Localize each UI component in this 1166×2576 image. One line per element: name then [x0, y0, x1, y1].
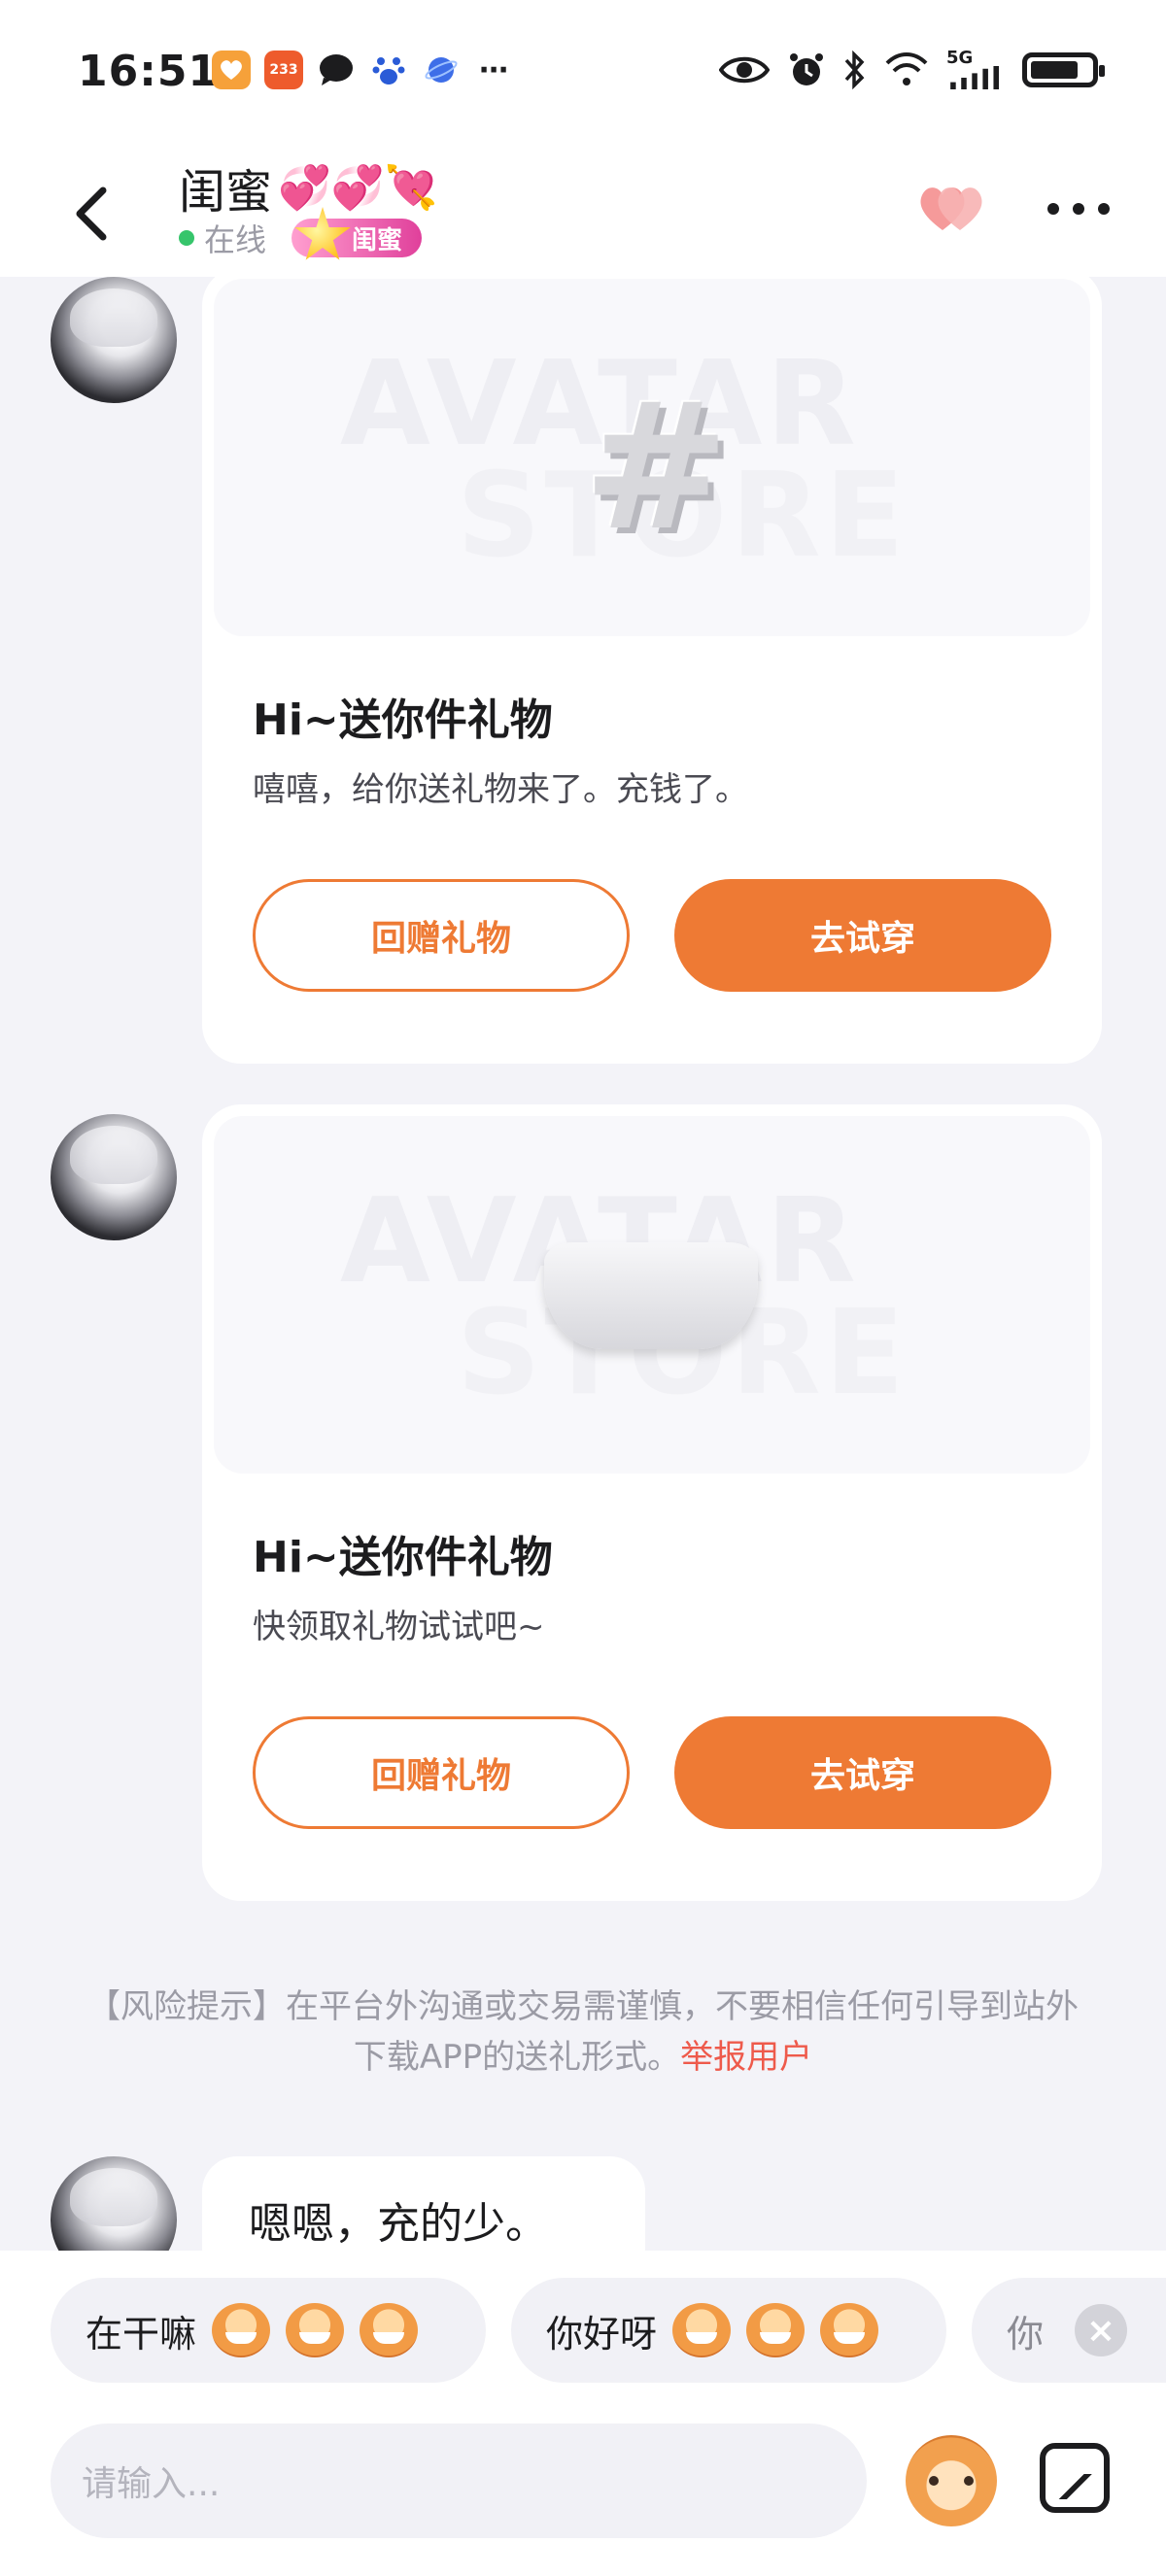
report-user-link[interactable]: 举报用户	[680, 2038, 812, 2077]
signal-5g-icon: 5G	[946, 50, 1005, 89]
close-icon: ×	[1085, 2310, 1116, 2351]
quick-reply-chip[interactable]: 你好呀	[511, 2278, 946, 2383]
chat-messages[interactable]: AVATAR STORE # Hi~送你件礼物 嘻嘻，给你送礼物来了。充钱了。 …	[0, 277, 1166, 2251]
return-gift-button[interactable]: 回赠礼物	[253, 1716, 630, 1829]
close-quick-replies-button[interactable]: ×	[1075, 2304, 1127, 2356]
monkey-emoji-icon	[286, 2303, 345, 2357]
monkey-emoji-icon	[360, 2303, 419, 2357]
online-label: 在线	[204, 221, 267, 258]
text-message-bubble[interactable]: 嗯嗯，充的少。	[202, 2156, 645, 2251]
star-icon	[294, 207, 351, 260]
sender-avatar[interactable]	[51, 277, 177, 403]
composer-area: 在干嘛 你好呀 你 × 请输入...	[0, 2251, 1166, 2576]
emoji-picker-button[interactable]	[906, 2435, 997, 2526]
double-heart-button[interactable]	[913, 180, 991, 238]
message-text: 嗯嗯，充的少。	[249, 2199, 548, 2249]
gift-preview[interactable]: AVATAR STORE #	[214, 279, 1090, 636]
planet-app-icon	[422, 51, 461, 89]
message-input-placeholder: 请输入...	[82, 2464, 221, 2504]
wifi-icon	[884, 51, 929, 89]
risk-notice: 【风险提示】在平台外沟通或交易需谨慎，不要相信任何引导到站外下载APP的送礼形式…	[87, 1982, 1079, 2083]
monkey-emoji-icon	[746, 2303, 806, 2357]
online-dot	[179, 230, 194, 246]
heart-app-icon	[212, 51, 251, 89]
chat-header: 闺蜜 💞💞💘 在线 闺蜜	[0, 146, 1166, 277]
more-options-button[interactable]	[1047, 185, 1110, 233]
return-gift-button[interactable]: 回赠礼物	[253, 879, 630, 992]
title-hearts: 💞💞💘	[278, 163, 438, 213]
contact-name: 闺蜜	[179, 165, 273, 220]
quick-reply-label: 你好呀	[546, 2312, 658, 2356]
hash-item-icon: #	[583, 366, 730, 569]
monkey-emoji-icon	[820, 2303, 879, 2357]
battery-icon	[1022, 52, 1105, 87]
more-dot-icon	[1047, 203, 1059, 215]
status-app-icons: 233 ⋯	[212, 51, 513, 89]
app-badge-icon: 233	[264, 51, 303, 89]
monkey-emoji-icon	[212, 2303, 271, 2357]
online-status: 在线 闺蜜	[179, 207, 423, 260]
quick-reply-label: 你	[1007, 2312, 1045, 2356]
more-notifications-icon: ⋯	[479, 52, 508, 87]
bluetooth-icon	[843, 51, 867, 89]
paw-app-icon	[369, 51, 408, 89]
gift-card: AVATAR STORE # Hi~送你件礼物 嘻嘻，给你送礼物来了。充钱了。 …	[202, 277, 1102, 1064]
try-on-button[interactable]: 去试穿	[674, 1716, 1051, 1829]
quick-reply-chip[interactable]: 你	[972, 2278, 1166, 2383]
status-right-icons: 5G	[719, 50, 1105, 89]
status-bar: 16:51 233 ⋯ 5G	[0, 0, 1166, 146]
relation-badge-label: 闺蜜	[352, 225, 403, 255]
gift-description: 嘻嘻，给你送礼物来了。充钱了。	[253, 770, 748, 809]
relation-badge[interactable]: 闺蜜	[292, 207, 423, 260]
headband-item-icon	[544, 1242, 758, 1349]
sender-avatar[interactable]	[51, 1114, 177, 1240]
image-picker-button[interactable]	[1040, 2443, 1110, 2513]
gift-description: 快领取礼物试试吧~	[253, 1608, 545, 1646]
try-on-button[interactable]: 去试穿	[674, 879, 1051, 992]
sender-avatar[interactable]	[51, 2156, 177, 2251]
more-dot-icon	[1098, 203, 1110, 215]
gift-preview[interactable]: AVATAR STORE	[214, 1116, 1090, 1474]
message-input[interactable]: 请输入...	[51, 2423, 867, 2538]
double-heart-icon	[920, 187, 982, 230]
chevron-left-icon	[76, 186, 107, 241]
monkey-emoji-icon	[672, 2303, 732, 2357]
eye-icon	[719, 51, 770, 89]
chat-bubble-icon	[317, 51, 356, 89]
quick-reply-chip[interactable]: 在干嘛	[51, 2278, 486, 2383]
chat-screen: 16:51 233 ⋯ 5G 闺蜜 💞💞💘 在线 闺蜜 AVATAR STORE…	[0, 0, 1166, 2576]
quick-reply-label: 在干嘛	[86, 2312, 197, 2356]
alarm-icon	[787, 51, 826, 89]
gift-card: AVATAR STORE Hi~送你件礼物 快领取礼物试试吧~ 回赠礼物 去试穿	[202, 1104, 1102, 1901]
gift-title: Hi~送你件礼物	[253, 695, 553, 745]
gift-title: Hi~送你件礼物	[253, 1533, 553, 1582]
more-dot-icon	[1073, 203, 1084, 215]
back-button[interactable]	[62, 175, 120, 253]
status-time: 16:51	[78, 47, 220, 96]
chat-title: 闺蜜 💞💞💘	[179, 153, 437, 221]
risk-notice-text: 【风险提示】在平台外沟通或交易需谨慎，不要相信任何引导到站外下载APP的送礼形式…	[87, 1987, 1079, 2077]
